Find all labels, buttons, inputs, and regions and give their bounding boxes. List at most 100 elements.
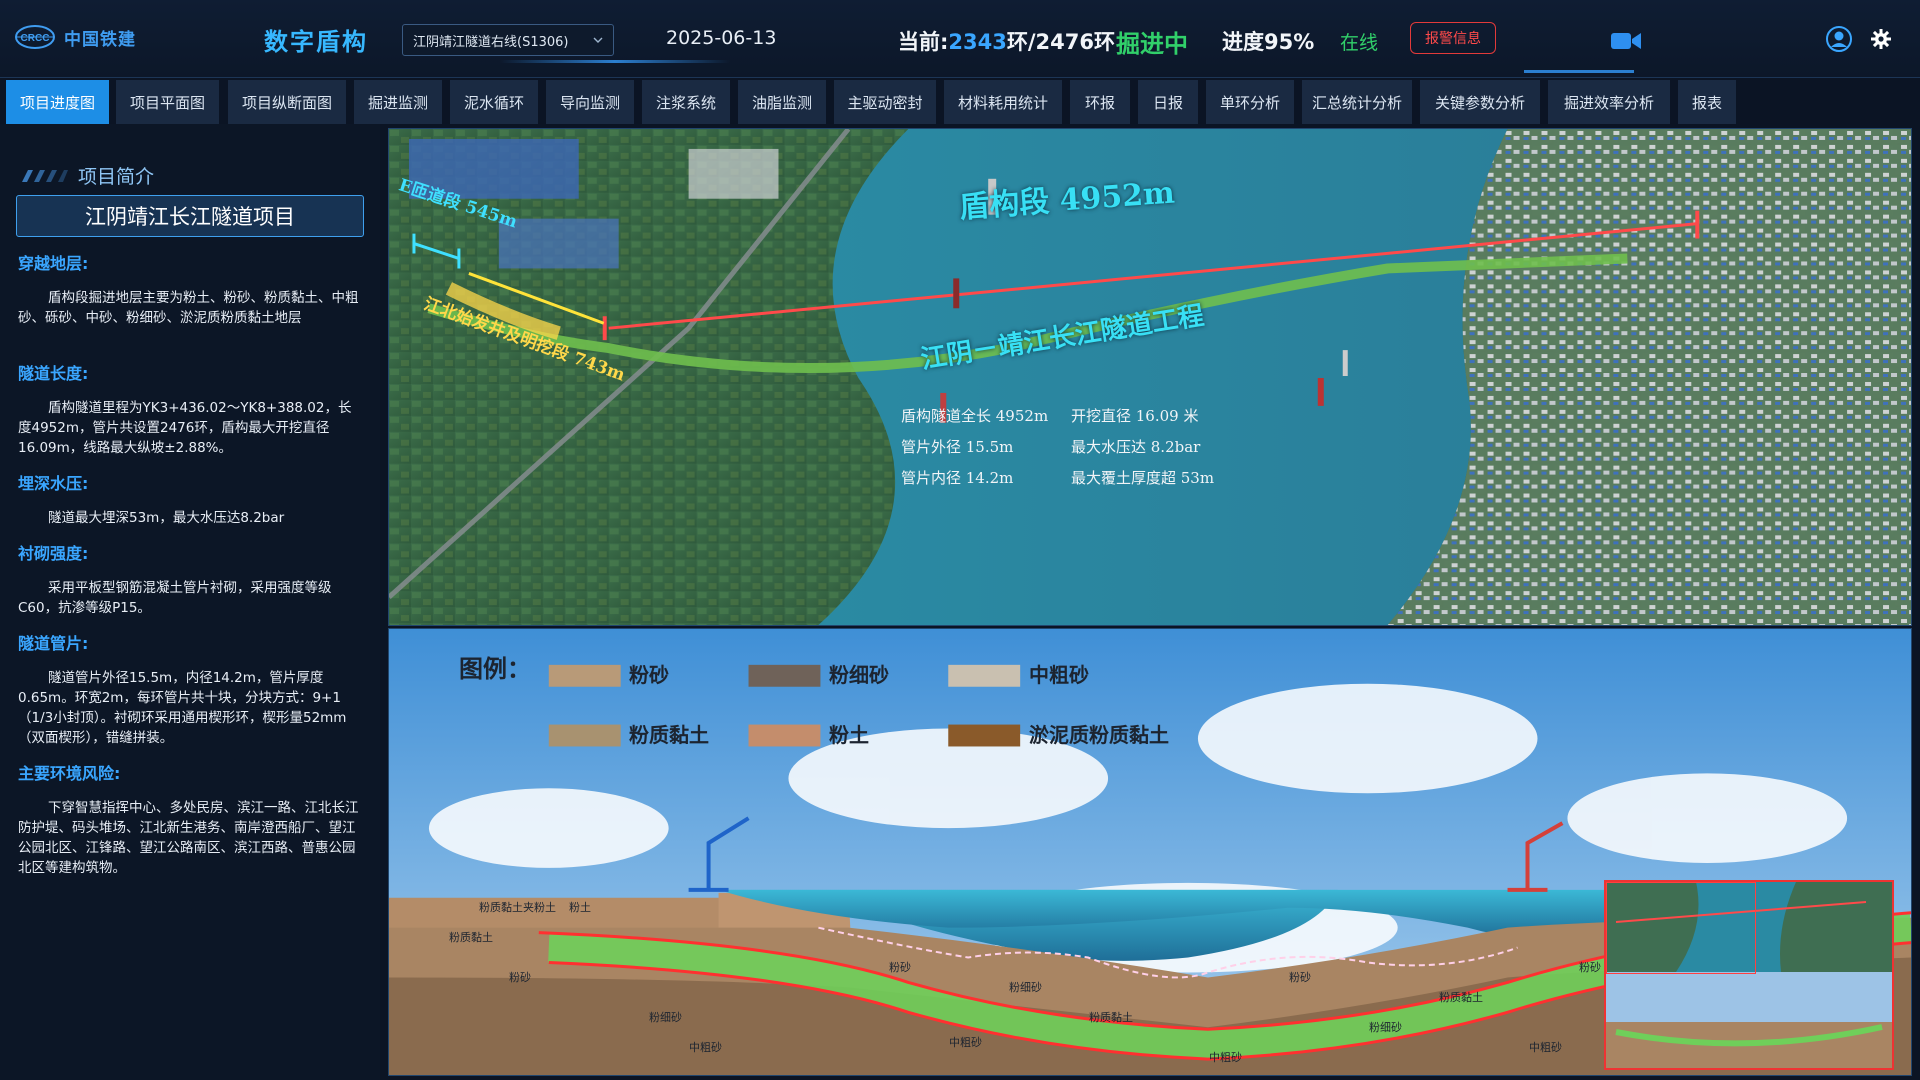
legend-label: 中粗砂 [1029,663,1089,687]
ring-prefix: 当前: [898,30,949,54]
tab-project-plan[interactable]: 项目平面图 [116,80,219,124]
stratum-label: 粉砂 [889,961,911,974]
stratum-label: 粉土 [569,901,591,914]
tab-guidance-monitor[interactable]: 导向监测 [546,80,634,124]
gear-icon[interactable] [1870,28,1892,50]
tab-project-profile[interactable]: 项目纵断面图 [228,80,346,124]
map-spec: 管片外径 15.5m [901,438,1014,456]
legend-label: 淤泥质粉质黏土 [1029,723,1169,747]
stratum-label: 中粗砂 [1209,1051,1242,1064]
stratum-label: 粉砂 [1289,971,1311,984]
intro-header: 项目简介 [16,162,154,189]
stratum-label: 粉细砂 [649,1011,682,1024]
map-spec-block: 盾构隧道全长 4952m 开挖直径 16.09 米 管片外径 15.5m 最大水… [901,405,1261,488]
info-section-depth: 埋深水压: 隧道最大埋深53m，最大水压达8.2bar [18,470,364,528]
stratum-label: 粉质黏土夹粉土 [479,901,556,914]
ring-current: 2343 [948,30,1007,54]
stratum-label: 粉砂 [509,971,531,984]
current-date: 2025-06-13 [666,27,777,49]
tab-grouting-system[interactable]: 注浆系统 [642,80,730,124]
section-title: 埋深水压: [18,474,89,493]
stratum-label: 中粗砂 [949,1036,982,1049]
legend-swatch [948,724,1021,747]
tab-material-stats[interactable]: 材料耗用统计 [944,80,1062,124]
tab-reports[interactable]: 报表 [1678,80,1736,124]
company-logo: CRCC 中国铁建 [14,24,136,50]
tab-daily-report[interactable]: 日报 [1138,80,1198,124]
map-spec: 最大覆土厚度超 53m [1071,469,1215,487]
stratum-label: 中粗砂 [1529,1041,1562,1054]
crcc-logo-icon: CRCC [15,25,55,49]
ring-progress-text: 当前:2343环/2476环 [898,26,1115,56]
project-intro-panel: 项目简介 江阴靖江长江隧道项目 穿越地层: 盾构段掘进地层主要为粉土、粉砂、粉质… [0,124,380,1080]
tab-ring-report[interactable]: 环报 [1070,80,1130,124]
camera-icon[interactable] [1610,30,1642,52]
legend-label: 粉质黏土 [629,723,709,747]
tab-summary-analysis[interactable]: 汇总统计分析 [1302,80,1412,124]
section-title: 衬砌强度: [18,544,89,563]
alarm-info-button[interactable]: 报警信息 [1410,22,1496,54]
tab-efficiency-analysis[interactable]: 掘进效率分析 [1548,80,1670,124]
user-icon[interactable] [1826,26,1852,52]
tab-excavation-monitor[interactable]: 掘进监测 [354,80,442,124]
stratum-label: 粉细砂 [1369,1021,1402,1034]
stratum-label: 中粗砂 [689,1041,722,1054]
info-section-risk: 主要环境风险: 下穿智慧指挥中心、多处民房、滨江一路、江北长江防护堤、码头堆场、… [18,760,364,878]
section-title: 穿越地层: [18,254,89,273]
machine-status: 掘进中 [1116,30,1188,58]
info-section-stratum: 穿越地层: 盾构段掘进地层主要为粉土、粉砂、粉质黏土、中粗砂、砾砂、中砂、粉细砂… [18,250,364,328]
info-section-segment: 隧道管片: 隧道管片外径15.5m，内径14.2m，管片厚度0.65m。环宽2m… [18,630,364,748]
section-body: 采用平板型钢筋混凝土管片衬砌，采用强度等级C60，抗渗等级P15。 [18,580,332,616]
info-section-length: 隧道长度: 盾构隧道里程为YK3+436.02～YK8+388.02，长度495… [18,360,364,458]
stripes-icon [22,169,68,182]
legend-swatch [548,664,621,687]
legend-swatch [748,664,821,687]
app-title: 数字盾构 [264,28,368,56]
tunnel-line-value: 江阴靖江隧道右线(S1306) [413,34,569,50]
section-body: 盾构段掘进地层主要为粉土、粉砂、粉质黏土、中粗砂、砾砂、中砂、粉细砂、淤泥质粉质… [18,290,359,326]
stratum-label: 粉砂 [1579,961,1601,974]
intro-label: 项目简介 [78,166,155,188]
legend-label: 粉细砂 [829,663,889,687]
stratum-label: 粉质黏土 [1089,1011,1133,1024]
legend-swatch [948,664,1021,687]
progress-percent: 进度95% [1222,30,1315,54]
section-body: 下穿智慧指挥中心、多处民房、滨江一路、江北长江防护堤、码头堆场、江北新生港务、南… [18,800,359,876]
section-title: 主要环境风险: [18,764,121,783]
chevron-down-icon [593,37,603,43]
header-accent-line [1524,70,1634,73]
stratum-label: 粉细砂 [1009,981,1042,994]
legend-swatch [748,724,821,747]
map-spec: 管片内径 14.2m [901,469,1014,487]
tab-key-param-analysis[interactable]: 关键参数分析 [1420,80,1540,124]
project-name: 江阴靖江长江隧道项目 [16,195,364,237]
info-section-lining: 衬砌强度: 采用平板型钢筋混凝土管片衬砌，采用强度等级C60，抗渗等级P15。 [18,540,364,618]
minimap-thumbnail[interactable] [1604,880,1894,1070]
section-body: 盾构隧道里程为YK3+436.02～YK8+388.02，长度4952m，管片共… [18,400,352,456]
tab-slurry-circulation[interactable]: 泥水循环 [450,80,538,124]
tab-single-ring-analysis[interactable]: 单环分析 [1206,80,1294,124]
ring-suffix: 环/2476环 [1006,30,1115,54]
tunnel-line-select[interactable]: 江阴靖江隧道右线(S1306) [402,24,614,56]
legend-swatch [548,724,621,747]
section-body: 隧道管片外径15.5m，内径14.2m，管片厚度0.65m。环宽2m，每环管片共… [18,670,347,746]
legend-label: 粉土 [829,723,869,747]
company-name: 中国铁建 [64,29,136,50]
svg-text:CRCC: CRCC [21,33,50,44]
tab-grease-monitor[interactable]: 油脂监测 [738,80,826,124]
map-spec: 开挖直径 16.09 米 [1071,407,1199,425]
map-spec: 盾构隧道全长 4952m [901,407,1049,425]
section-title: 隧道管片: [18,634,89,653]
stratum-label: 粉质黏土 [449,931,493,944]
legend-title: 图例： [459,655,531,683]
minimap-graphic [1606,882,1892,1068]
project-map[interactable]: 盾构段 4952m 江阴－靖江长江隧道工程 E匝道段 545m 江北始发井及明挖… [388,128,1912,626]
stratum-label: 粉质黏土 [1439,991,1483,1004]
section-body: 隧道最大埋深53m，最大水压达8.2bar [48,510,285,526]
main-tab-bar: 项目进度图 项目平面图 项目纵断面图 掘进监测 泥水循环 导向监测 注浆系统 油… [0,78,1920,124]
section-title: 隧道长度: [18,364,89,383]
tab-project-progress[interactable]: 项目进度图 [6,80,109,124]
header-accent-line [500,60,730,63]
tab-main-drive-seal[interactable]: 主驱动密封 [834,80,936,124]
online-status: 在线 [1340,32,1379,54]
